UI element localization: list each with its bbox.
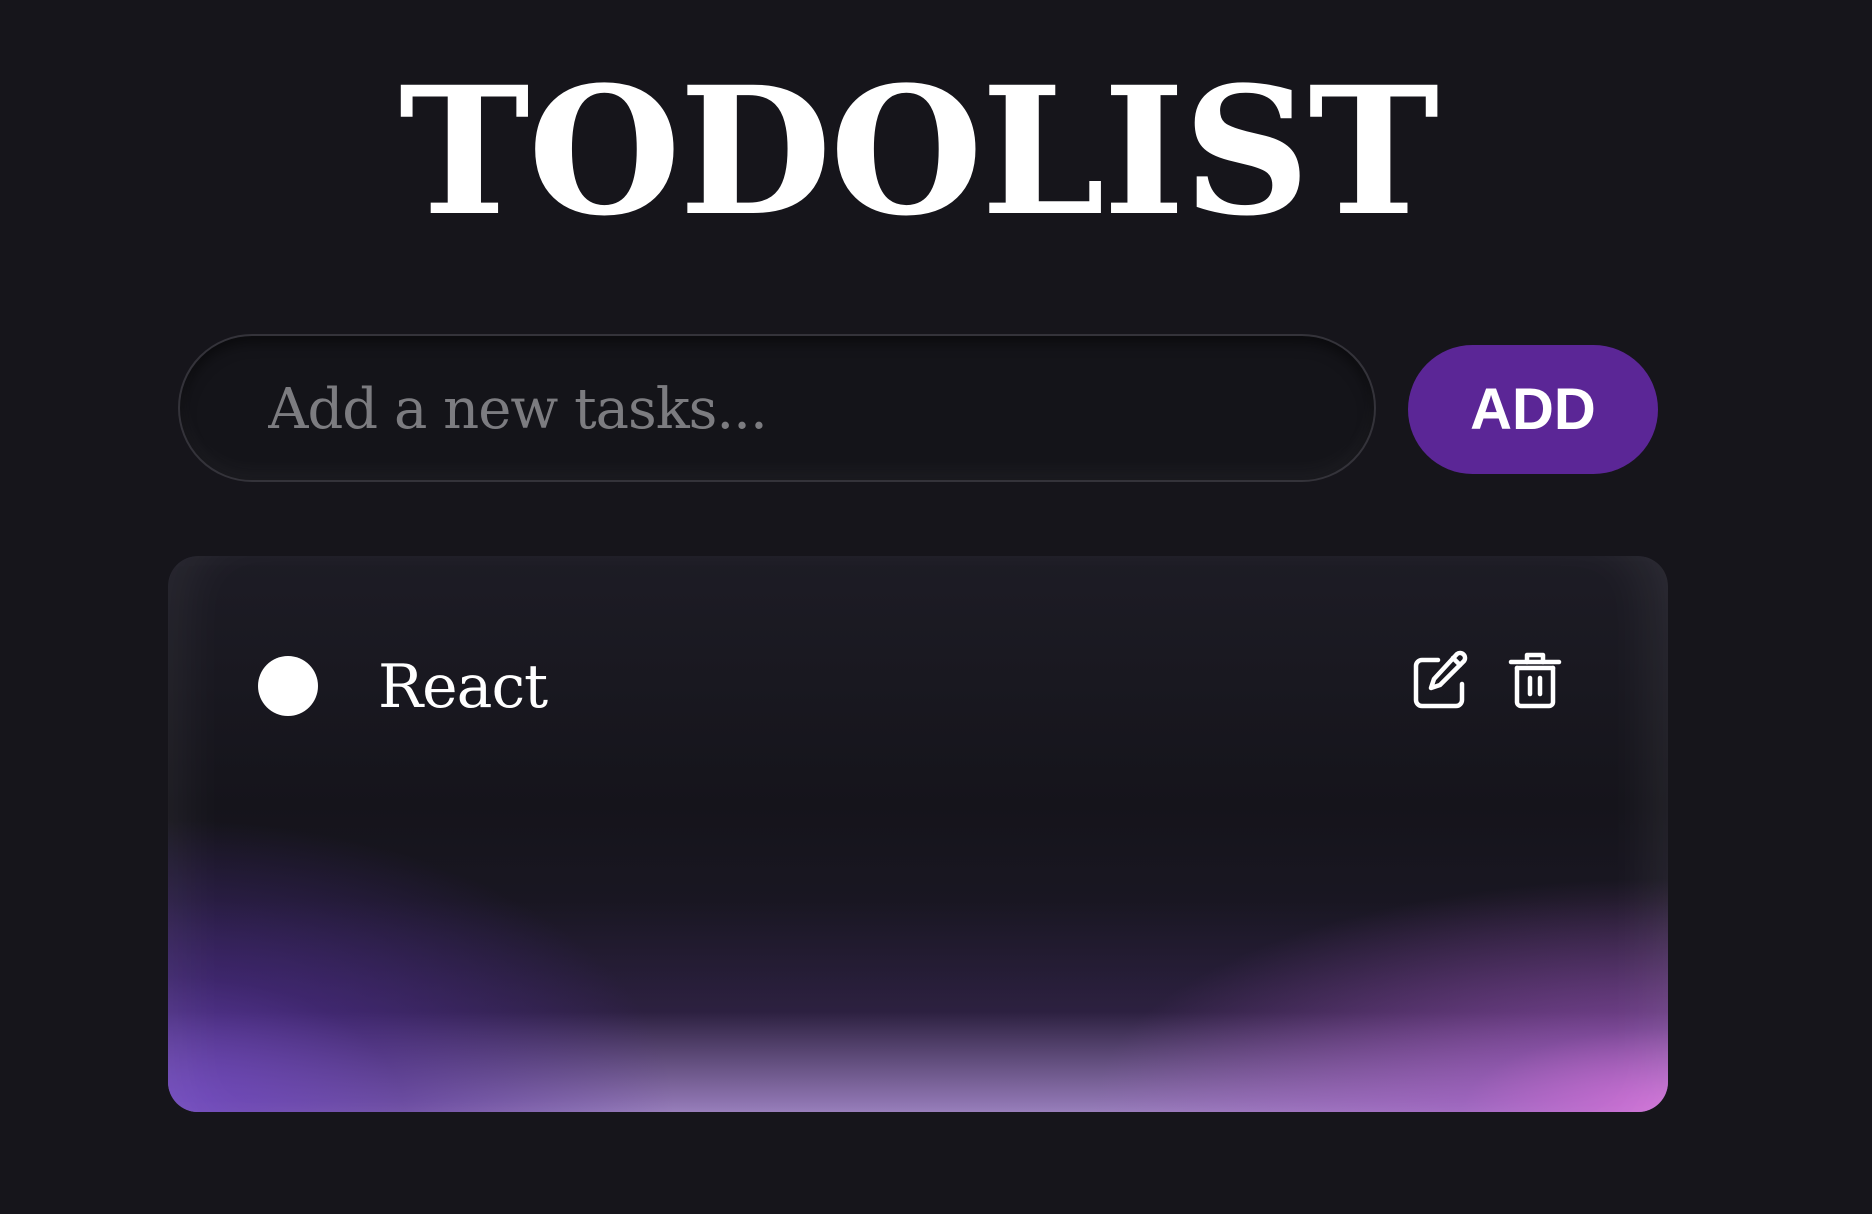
edit-icon xyxy=(1413,650,1468,709)
task-list: React xyxy=(168,556,1668,1112)
edit-task-button[interactable] xyxy=(1410,648,1474,712)
task-input-container xyxy=(178,334,1376,482)
task-item: React xyxy=(168,556,1668,796)
delete-task-button[interactable] xyxy=(1503,648,1567,712)
trash-icon xyxy=(1508,652,1562,709)
task-input[interactable] xyxy=(266,336,1320,482)
add-button[interactable]: ADD xyxy=(1408,345,1658,474)
task-label: React xyxy=(378,652,548,722)
task-complete-toggle[interactable] xyxy=(258,656,318,716)
page-title: TODOLIST xyxy=(398,48,1439,255)
